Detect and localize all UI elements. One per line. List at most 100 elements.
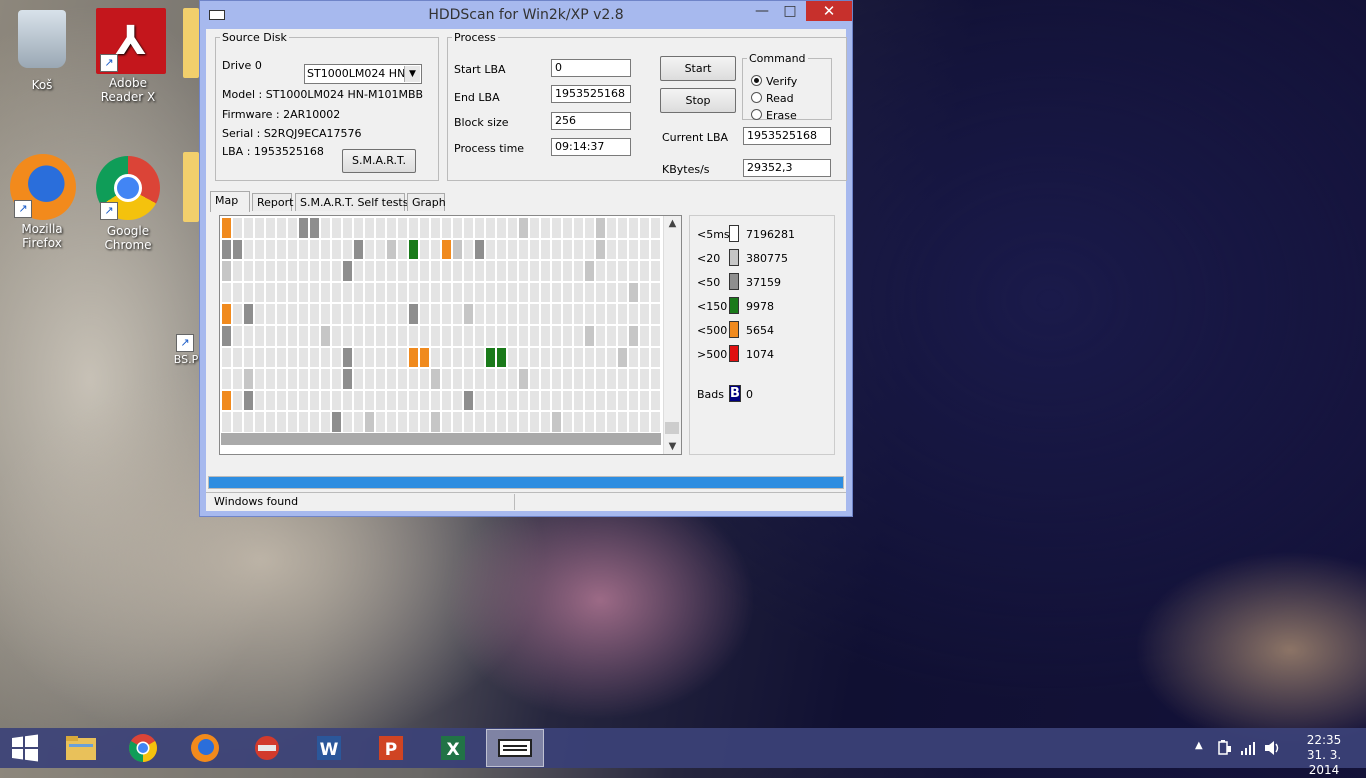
map-block [276,303,287,325]
map-block [474,368,485,390]
map-block [573,324,584,347]
map-block [254,368,265,390]
start-button[interactable] [0,729,50,767]
map-block [518,303,529,325]
taskbar-hddscan[interactable] [486,729,544,767]
map-block [243,411,254,433]
scroll-thumb[interactable] [665,422,679,434]
map-block [364,217,375,239]
map-block [650,346,661,369]
adobe-reader-icon: ⅄ ↗ [96,8,166,74]
radio-erase[interactable]: Erase [751,109,797,122]
map-block [573,411,584,433]
map-block [364,346,375,369]
radio-erase-label: Erase [766,109,797,122]
taskbar-clock[interactable]: 22:35 31. 3. 2014 [1294,733,1354,778]
map-block [397,389,408,412]
map-block [540,238,551,261]
radio-dot-icon [751,92,762,103]
map-block [331,281,342,304]
taskbar-firefox[interactable] [176,729,234,767]
title-bar[interactable]: HDDScan for Win2k/XP v2.8 — □ ✕ [200,1,852,29]
volume-icon[interactable] [1264,740,1282,756]
map-block [496,303,507,325]
radio-verify[interactable]: Verify [751,75,797,88]
start-lba-input[interactable]: 0 [551,59,631,77]
close-button[interactable]: ✕ [806,1,852,21]
map-block [573,238,584,261]
taskbar-file-explorer[interactable] [52,729,110,767]
map-block [584,303,595,325]
map-block [507,303,518,325]
map-block [342,324,353,347]
radio-read[interactable]: Read [751,92,794,105]
map-block [452,368,463,390]
map-block [617,281,628,304]
maximize-button[interactable]: □ [776,1,804,21]
minimize-button[interactable]: — [748,1,776,21]
tab-smart-self-tests[interactable]: S.M.A.R.T. Self tests [295,193,408,211]
taskbar-word[interactable]: W [300,729,358,767]
legend-swatch [729,273,739,290]
map-block [386,324,397,347]
map-block [650,260,661,282]
folder-icon[interactable] [183,8,199,78]
map-block [243,217,254,239]
folder-icon[interactable] [183,152,199,222]
desktop-icon-adobe-reader[interactable]: ⅄ ↗ Adobe Reader X [88,8,168,104]
map-block [573,281,584,304]
desktop-icon-recycle-bin[interactable]: Koš [2,6,82,92]
map-block [518,281,529,304]
desktop-icon-chrome[interactable]: ↗ Google Chrome [88,156,168,252]
map-block [463,346,474,369]
map-block [474,281,485,304]
map-block [551,281,562,304]
legend-value: 1074 [746,348,774,361]
block-size-input[interactable]: 256 [551,112,631,130]
map-block [320,281,331,304]
map-block [650,389,661,412]
scroll-down-icon[interactable]: ▼ [664,441,681,452]
map-block [551,389,562,412]
legend-swatch [729,225,739,242]
map-block [628,346,639,369]
map-block [309,281,320,304]
end-lba-input[interactable]: 1953525168 [551,85,631,103]
battery-icon[interactable] [1216,740,1232,756]
map-block [463,411,474,433]
map-block [430,238,441,261]
map-block [265,324,276,347]
map-block [364,303,375,325]
map-block [232,303,243,325]
tab-report[interactable]: Report [252,193,293,211]
map-block [232,260,243,282]
signal-icon[interactable] [1240,740,1256,756]
drive-select[interactable]: ST1000LM024 HN-M ▼ [304,64,422,84]
taskbar-chrome[interactable] [114,729,172,767]
taskbar-powerpoint[interactable]: P [362,729,420,767]
map-block [375,411,386,433]
map-block [353,324,364,347]
tab-graph[interactable]: Graph [407,193,446,211]
radio-verify-label: Verify [766,75,798,88]
chevron-up-icon[interactable]: ▲ [1195,740,1203,751]
map-block [518,411,529,433]
tab-map[interactable]: Map [210,191,250,212]
map-block [628,281,639,304]
map-block [562,346,573,369]
desktop-icon-firefox[interactable]: ↗ Mozilla Firefox [2,154,82,250]
map-block [551,346,562,369]
map-block [265,238,276,261]
stop-button[interactable]: Stop [660,88,736,113]
smart-button[interactable]: S.M.A.R.T. [342,149,416,173]
start-button[interactable]: Start [660,56,736,81]
map-vertical-scrollbar[interactable]: ▲ ▼ [663,216,681,454]
map-block [529,281,540,304]
desktop-icon-bsp[interactable]: ↗ BS.P [172,318,200,367]
taskbar-ccleaner[interactable] [238,729,296,767]
taskbar-excel[interactable]: X [424,729,482,767]
scroll-up-icon[interactable]: ▲ [664,218,681,229]
chevron-down-icon[interactable]: ▼ [404,66,420,82]
map-block [639,217,650,239]
map-block [474,389,485,412]
